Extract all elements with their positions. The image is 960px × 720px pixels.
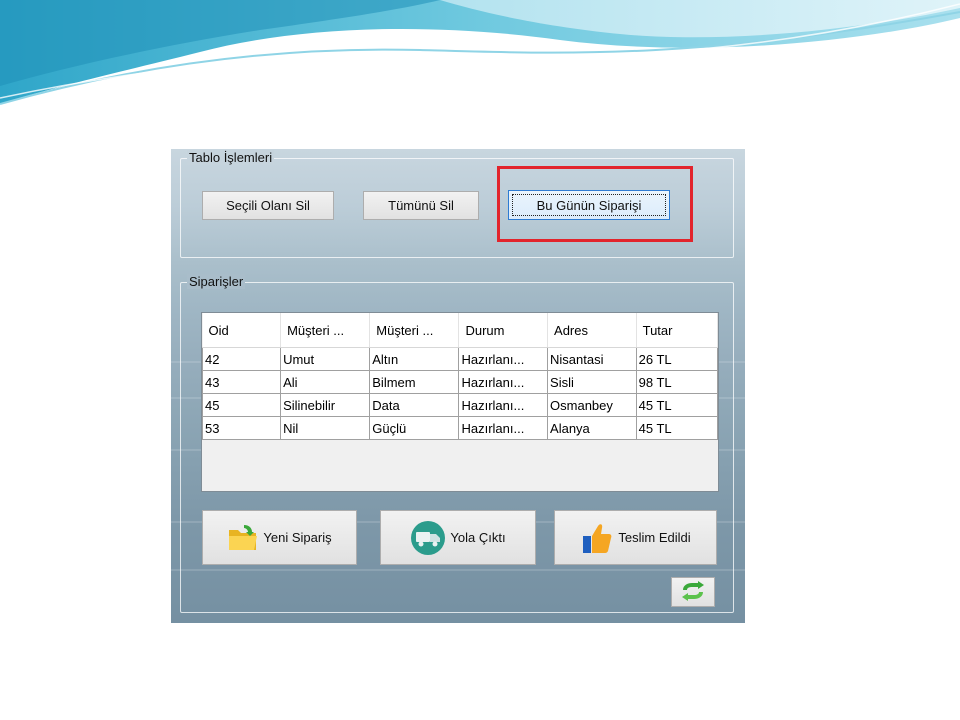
column-header-status[interactable]: Durum (458, 313, 549, 348)
refresh-icon (679, 580, 707, 604)
table-row[interactable]: 42 Umut Altın Hazırlanı... Nisantasi 26 … (201, 347, 719, 371)
table-cell[interactable]: Umut (280, 347, 371, 371)
orders-group-label: Siparişler (187, 274, 246, 289)
new-order-label: Yeni Sipariş (263, 530, 332, 545)
table-row[interactable]: 53 Nil Güçlü Hazırlanı... Alanya 45 TL (201, 416, 719, 440)
table-cell[interactable]: 42 (201, 347, 282, 371)
refresh-button[interactable] (671, 577, 715, 607)
table-cell[interactable]: Altın (369, 347, 460, 371)
table-cell[interactable]: Güçlü (369, 416, 460, 440)
orders-table: Oid Müşteri ... Müşteri ... Durum Adres … (201, 313, 719, 440)
column-header-amount[interactable]: Tutar (636, 313, 719, 348)
table-cell[interactable]: 98 TL (635, 370, 719, 394)
slide-header-banner (0, 0, 960, 105)
delete-all-label: Tümünü Sil (388, 198, 454, 213)
orders-data-grid[interactable]: Oid Müşteri ... Müşteri ... Durum Adres … (201, 312, 719, 492)
table-cell[interactable]: Hazırlanı... (458, 393, 549, 417)
delete-all-button[interactable]: Tümünü Sil (363, 191, 479, 220)
delivered-button[interactable]: Teslim Edildi (554, 510, 717, 565)
table-cell[interactable]: Hazırlanı... (458, 370, 549, 394)
table-cell[interactable]: Bilmem (369, 370, 460, 394)
table-cell[interactable]: Data (369, 393, 460, 417)
table-cell[interactable]: Nisantasi (547, 347, 637, 371)
table-cell[interactable]: 43 (201, 370, 282, 394)
table-cell[interactable]: Alanya (547, 416, 637, 440)
delivery-truck-icon (410, 520, 446, 556)
annotation-highlight-box (497, 166, 693, 242)
table-row[interactable]: 45 Silinebilir Data Hazırlanı... Osmanbe… (201, 393, 719, 417)
delete-selected-button[interactable]: Seçili Olanı Sil (202, 191, 334, 220)
table-cell[interactable]: Hazırlanı... (458, 347, 549, 371)
table-cell[interactable]: 26 TL (635, 347, 719, 371)
column-header-oid[interactable]: Oid (202, 313, 282, 348)
table-operations-label: Tablo İşlemleri (187, 150, 275, 165)
thumbs-up-icon (580, 521, 614, 555)
shipped-button[interactable]: Yola Çıktı (380, 510, 536, 565)
table-cell[interactable]: 45 TL (635, 393, 719, 417)
column-header-customer-first[interactable]: Müşteri ... (280, 313, 371, 348)
folder-icon (227, 524, 259, 552)
table-cell[interactable]: Osmanbey (547, 393, 637, 417)
delete-selected-label: Seçili Olanı Sil (226, 198, 310, 213)
column-header-customer-last[interactable]: Müşteri ... (369, 313, 460, 348)
delivered-label: Teslim Edildi (618, 530, 691, 545)
shipped-label: Yola Çıktı (450, 530, 506, 545)
table-cell[interactable]: Nil (280, 416, 371, 440)
new-order-button[interactable]: Yeni Sipariş (202, 510, 357, 565)
orders-header-row: Oid Müşteri ... Müşteri ... Durum Adres … (202, 313, 719, 348)
column-header-address[interactable]: Adres (547, 313, 637, 348)
table-cell[interactable]: Hazırlanı... (458, 416, 549, 440)
table-cell[interactable]: 45 TL (635, 416, 719, 440)
table-cell[interactable]: Silinebilir (280, 393, 371, 417)
table-cell[interactable]: 45 (201, 393, 282, 417)
table-row[interactable]: 43 Ali Bilmem Hazırlanı... Sisli 98 TL (201, 370, 719, 394)
table-cell[interactable]: Sisli (547, 370, 637, 394)
table-cell[interactable]: Ali (280, 370, 371, 394)
table-cell[interactable]: 53 (201, 416, 282, 440)
